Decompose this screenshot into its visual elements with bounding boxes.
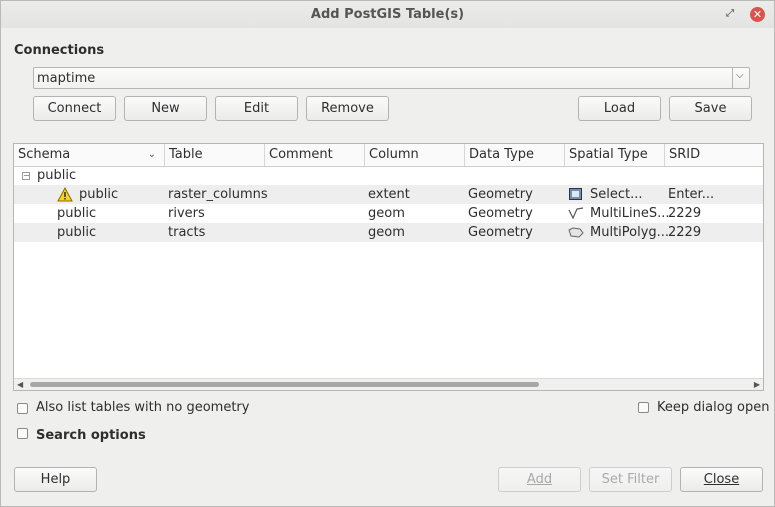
chevron-down-icon[interactable]: ⌵ — [732, 68, 749, 88]
column-header-spatial-type[interactable]: Spatial Type — [565, 144, 665, 166]
add-button[interactable]: Add — [498, 467, 581, 492]
remove-button[interactable]: Remove — [306, 96, 389, 121]
column-header-column[interactable]: Column — [365, 144, 465, 166]
search-options-label: Search options — [36, 428, 146, 443]
table-row[interactable]: public raster_columns extent Geometry Se… — [14, 185, 763, 204]
no-geometry-label: Also list tables with no geometry — [36, 400, 250, 415]
table-row[interactable]: public tracts geom Geometry MultiPolyg..… — [14, 223, 763, 242]
collapse-icon[interactable]: − — [22, 172, 30, 180]
set-filter-button[interactable]: Set Filter — [589, 467, 672, 492]
title-bar: Add PostGIS Table(s) ⤢ ✕ — [1, 1, 774, 28]
add-postgis-dialog: Add PostGIS Table(s) ⤢ ✕ Connections map… — [0, 0, 775, 507]
connection-select[interactable]: maptime ⌵ — [33, 67, 750, 89]
horizontal-scrollbar[interactable]: ◀ ▶ — [14, 378, 763, 390]
column-header-data-type[interactable]: Data Type — [465, 144, 565, 166]
sort-chevron-icon: ⌄ — [147, 149, 156, 160]
column-header-schema[interactable]: Schema ⌄ — [14, 144, 165, 166]
column-header-comment[interactable]: Comment — [265, 144, 365, 166]
restore-icon[interactable]: ⤢ — [725, 9, 735, 19]
warning-icon — [57, 187, 73, 202]
column-header-srid[interactable]: SRID — [665, 144, 763, 166]
edit-button[interactable]: Edit — [215, 96, 298, 121]
scroll-left-icon[interactable]: ◀ — [17, 379, 23, 390]
keep-open-checkbox[interactable] — [638, 402, 649, 413]
no-geometry-checkbox[interactable] — [17, 403, 28, 414]
window-title: Add PostGIS Table(s) — [310, 7, 465, 22]
close-button[interactable]: Close — [680, 467, 763, 492]
connections-label: Connections — [14, 43, 105, 58]
table-row[interactable]: public rivers geom Geometry MultiLineS..… — [14, 204, 763, 223]
raster-icon — [569, 188, 582, 200]
new-button[interactable]: New — [124, 96, 207, 121]
column-header-table[interactable]: Table — [165, 144, 265, 166]
search-options-checkbox[interactable] — [17, 428, 28, 439]
table-header: Schema ⌄ Table Comment Column Data Type … — [14, 144, 763, 167]
load-button[interactable]: Load — [578, 96, 661, 121]
connect-button[interactable]: Connect — [33, 96, 116, 121]
keep-open-label: Keep dialog open — [657, 400, 770, 415]
group-row-public[interactable]: − public — [14, 166, 763, 185]
save-button[interactable]: Save — [669, 96, 752, 121]
scroll-right-icon[interactable]: ▶ — [754, 379, 760, 390]
scrollbar-thumb[interactable] — [30, 382, 539, 387]
polygon-icon — [568, 227, 584, 238]
close-window-icon[interactable]: ✕ — [750, 7, 765, 22]
line-icon — [568, 207, 584, 220]
connection-select-value: maptime — [37, 71, 96, 86]
help-button[interactable]: Help — [14, 467, 97, 492]
tables-tree[interactable]: Schema ⌄ Table Comment Column Data Type … — [13, 143, 764, 391]
